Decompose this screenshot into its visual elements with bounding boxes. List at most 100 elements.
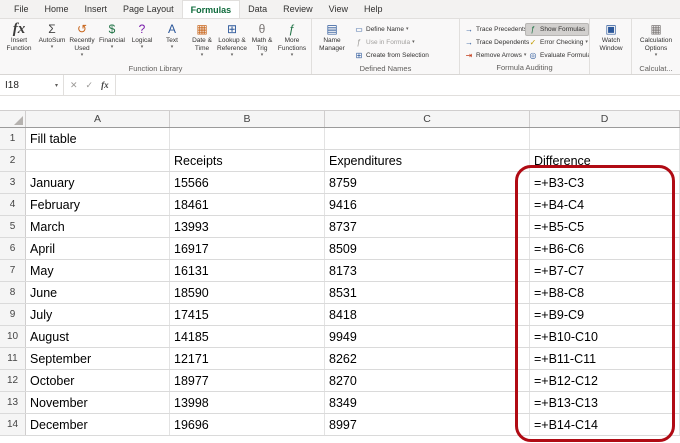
cell[interactable]: 17415 bbox=[170, 304, 325, 325]
row-header[interactable]: 11 bbox=[0, 348, 26, 369]
cell[interactable]: 9949 bbox=[325, 326, 530, 347]
cell[interactable]: =+B10-C10 bbox=[530, 326, 680, 347]
cell[interactable]: =+B11-C11 bbox=[530, 348, 680, 369]
ribbon-button-more-functions[interactable]: ƒMore Functions▾ bbox=[277, 20, 307, 63]
ribbon-button-logical[interactable]: ?Logical▾ bbox=[127, 20, 157, 63]
cell[interactable]: Difference bbox=[530, 150, 680, 171]
select-all-corner[interactable] bbox=[0, 111, 26, 127]
column-header-c[interactable]: C bbox=[325, 111, 530, 127]
ribbon-tab-help[interactable]: Help bbox=[356, 0, 391, 18]
cell[interactable]: 8759 bbox=[325, 172, 530, 193]
cell[interactable]: 8262 bbox=[325, 348, 530, 369]
cancel-icon[interactable]: ✕ bbox=[70, 80, 78, 91]
cell[interactable]: 15566 bbox=[170, 172, 325, 193]
cell[interactable] bbox=[325, 128, 530, 149]
row-header[interactable]: 14 bbox=[0, 414, 26, 435]
cell[interactable]: 8173 bbox=[325, 260, 530, 281]
cell[interactable]: =+B6-C6 bbox=[530, 238, 680, 259]
cell[interactable] bbox=[26, 150, 170, 171]
row-header[interactable]: 8 bbox=[0, 282, 26, 303]
ribbon-tab-home[interactable]: Home bbox=[37, 0, 77, 18]
formula-input[interactable] bbox=[116, 75, 680, 95]
ribbon-button-text[interactable]: AText▾ bbox=[157, 20, 187, 63]
row-header[interactable]: 9 bbox=[0, 304, 26, 325]
ribbon-tab-insert[interactable]: Insert bbox=[77, 0, 116, 18]
ribbon-button-lookup-reference[interactable]: ⊞Lookup & Reference▾ bbox=[217, 20, 247, 63]
ribbon-button-recently-used[interactable]: ↺Recently Used▾ bbox=[67, 20, 97, 63]
ribbon-button-use-in-formula[interactable]: ƒUse in Formula▾ bbox=[351, 36, 457, 49]
row-header[interactable]: 10 bbox=[0, 326, 26, 347]
ribbon-tab-file[interactable]: File bbox=[6, 0, 37, 18]
cell[interactable]: =+B14-C14 bbox=[530, 414, 680, 435]
calculation-options-button[interactable]: ▦ Calculation Options ▾ bbox=[633, 20, 679, 63]
cell[interactable]: Fill table bbox=[26, 128, 170, 149]
ribbon-button-error-checking[interactable]: ✓Error Checking▾ bbox=[525, 36, 589, 49]
ribbon-tab-page-layout[interactable]: Page Layout bbox=[115, 0, 182, 18]
cell[interactable]: 8349 bbox=[325, 392, 530, 413]
cell[interactable] bbox=[530, 128, 680, 149]
cell[interactable]: November bbox=[26, 392, 170, 413]
ribbon-button-evaluate-formula[interactable]: ◎Evaluate Formula bbox=[525, 49, 589, 62]
cell[interactable]: May bbox=[26, 260, 170, 281]
cell[interactable]: March bbox=[26, 216, 170, 237]
cell[interactable]: 16917 bbox=[170, 238, 325, 259]
ribbon-button-create-from-selection[interactable]: ⊞Create from Selection bbox=[351, 49, 457, 62]
ribbon-button-trace-precedents[interactable]: →Trace Precedents bbox=[461, 23, 525, 36]
cell[interactable]: =+B5-C5 bbox=[530, 216, 680, 237]
cell[interactable]: =+B7-C7 bbox=[530, 260, 680, 281]
cell[interactable]: August bbox=[26, 326, 170, 347]
cell[interactable]: 13993 bbox=[170, 216, 325, 237]
cell[interactable]: June bbox=[26, 282, 170, 303]
cell[interactable]: 8418 bbox=[325, 304, 530, 325]
cell[interactable]: January bbox=[26, 172, 170, 193]
cell[interactable]: 9416 bbox=[325, 194, 530, 215]
cell[interactable]: 18461 bbox=[170, 194, 325, 215]
cell[interactable]: 12171 bbox=[170, 348, 325, 369]
cell[interactable]: =+B3-C3 bbox=[530, 172, 680, 193]
cell[interactable]: February bbox=[26, 194, 170, 215]
cell[interactable]: 8737 bbox=[325, 216, 530, 237]
insert-function-button[interactable]: fx Insert Function bbox=[1, 20, 37, 63]
cell[interactable]: 8531 bbox=[325, 282, 530, 303]
cell[interactable]: =+B12-C12 bbox=[530, 370, 680, 391]
row-header[interactable]: 6 bbox=[0, 238, 26, 259]
column-header-b[interactable]: B bbox=[170, 111, 325, 127]
cell[interactable]: Expenditures bbox=[325, 150, 530, 171]
row-header[interactable]: 13 bbox=[0, 392, 26, 413]
cell[interactable]: September bbox=[26, 348, 170, 369]
ribbon-tab-formulas[interactable]: Formulas bbox=[182, 0, 241, 18]
ribbon-button-math-trig[interactable]: θMath & Trig▾ bbox=[247, 20, 277, 63]
cell[interactable]: 14185 bbox=[170, 326, 325, 347]
name-box[interactable]: I18 ▾ bbox=[0, 75, 64, 95]
row-header[interactable]: 12 bbox=[0, 370, 26, 391]
cell[interactable]: Receipts bbox=[170, 150, 325, 171]
row-header[interactable]: 1 bbox=[0, 128, 26, 149]
cell[interactable]: =+B9-C9 bbox=[530, 304, 680, 325]
cell[interactable]: 18977 bbox=[170, 370, 325, 391]
ribbon-tab-review[interactable]: Review bbox=[275, 0, 321, 18]
ribbon-button-define-name[interactable]: ▭Define Name▾ bbox=[351, 23, 457, 36]
row-header[interactable]: 2 bbox=[0, 150, 26, 171]
chevron-down-icon[interactable]: ▾ bbox=[55, 82, 58, 89]
watch-window-button[interactable]: ▣ Watch Window bbox=[591, 20, 631, 63]
cell[interactable]: =+B4-C4 bbox=[530, 194, 680, 215]
ribbon-tab-view[interactable]: View bbox=[321, 0, 356, 18]
cell[interactable]: 18590 bbox=[170, 282, 325, 303]
cell[interactable]: 8270 bbox=[325, 370, 530, 391]
name-manager-button[interactable]: ▤ Name Manager bbox=[313, 20, 351, 63]
cell[interactable]: July bbox=[26, 304, 170, 325]
cell[interactable]: April bbox=[26, 238, 170, 259]
ribbon-button-show-formulas[interactable]: ƒShow Formulas bbox=[525, 23, 589, 36]
cell[interactable]: 19696 bbox=[170, 414, 325, 435]
cell[interactable]: =+B8-C8 bbox=[530, 282, 680, 303]
row-header[interactable]: 7 bbox=[0, 260, 26, 281]
ribbon-tab-data[interactable]: Data bbox=[240, 0, 275, 18]
column-header-d[interactable]: D bbox=[530, 111, 680, 127]
row-header[interactable]: 4 bbox=[0, 194, 26, 215]
row-header[interactable]: 5 bbox=[0, 216, 26, 237]
insert-function-icon[interactable]: fx bbox=[101, 80, 109, 90]
row-header[interactable]: 3 bbox=[0, 172, 26, 193]
ribbon-button-trace-dependents[interactable]: →Trace Dependents bbox=[461, 36, 525, 49]
cell[interactable]: 8509 bbox=[325, 238, 530, 259]
cell[interactable]: 8997 bbox=[325, 414, 530, 435]
